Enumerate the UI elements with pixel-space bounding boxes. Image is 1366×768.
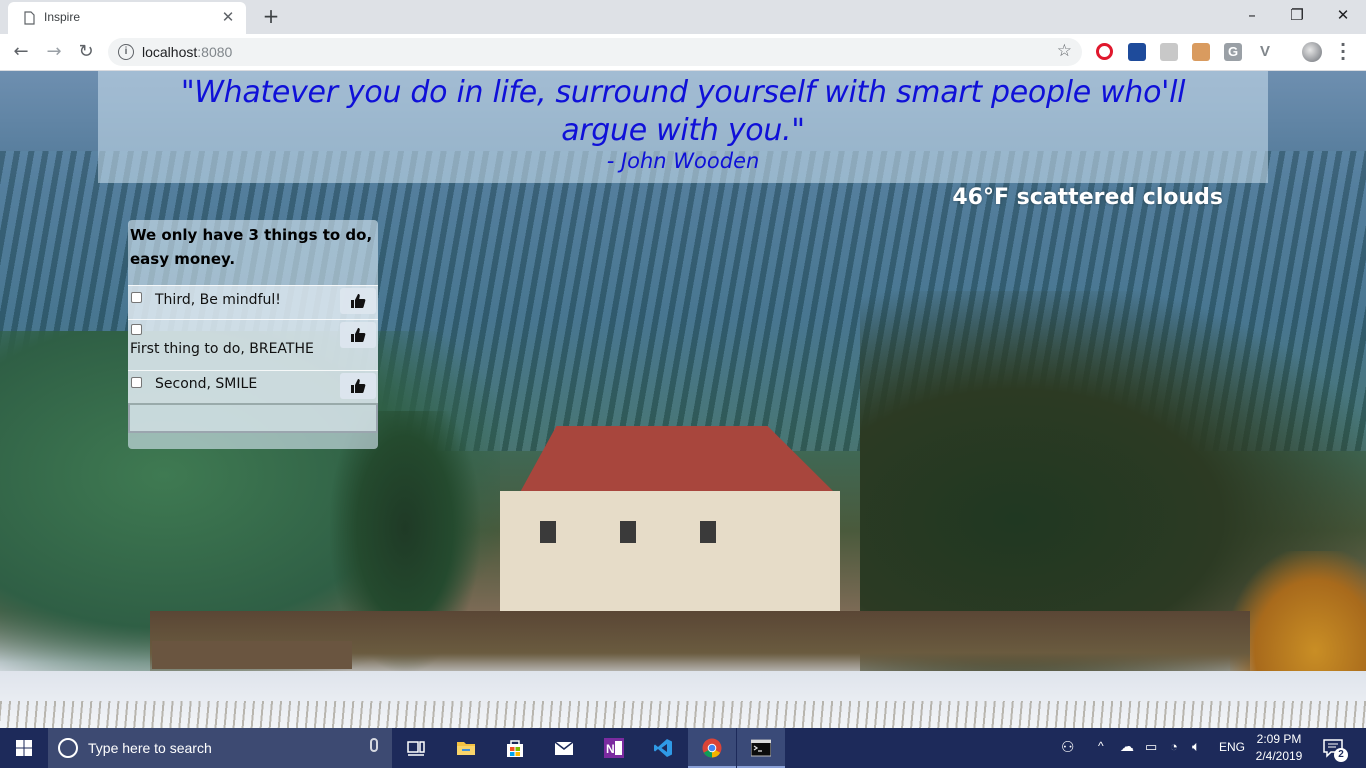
- todo-panel: We only have 3 things to do, easy money.…: [128, 220, 378, 449]
- tab-title: Inspire: [44, 10, 81, 24]
- svg-text:N: N: [606, 742, 615, 756]
- thumbs-up-icon: [351, 328, 366, 342]
- task-view-button[interactable]: [392, 728, 440, 768]
- onenote-icon: N: [604, 738, 624, 758]
- volume-icon[interactable]: 🔈︎: [1192, 738, 1200, 755]
- chrome-button[interactable]: [688, 728, 736, 768]
- reload-button[interactable]: ↻: [74, 41, 98, 63]
- language-indicator[interactable]: ENG: [1219, 740, 1245, 754]
- new-tab-button[interactable]: +: [260, 5, 282, 27]
- back-button[interactable]: ←: [9, 41, 33, 63]
- todo-checkbox[interactable]: [131, 292, 142, 303]
- like-button[interactable]: [340, 288, 376, 314]
- extension-icon[interactable]: [1192, 43, 1210, 61]
- address-bar[interactable]: i localhost:8080 ☆: [108, 38, 1082, 66]
- start-button[interactable]: [0, 728, 48, 768]
- vscode-button[interactable]: [639, 728, 687, 768]
- windows-taskbar: Type here to search N ⚇ ^ ☁ ▭ ◔ 🔈︎ ENG 2…: [0, 728, 1366, 768]
- background-reeds: [0, 701, 1366, 728]
- todo-item: First thing to do, BREATHE: [128, 319, 378, 370]
- action-center-button[interactable]: 2: [1322, 737, 1348, 762]
- notification-count-badge: 2: [1334, 748, 1348, 762]
- file-explorer-button[interactable]: [442, 728, 490, 768]
- minimize-button[interactable]: –: [1237, 4, 1267, 26]
- grammar-extension-icon[interactable]: G: [1224, 43, 1242, 61]
- extension-icon[interactable]: [1160, 43, 1178, 61]
- vue-extension-icon[interactable]: V: [1256, 43, 1274, 61]
- taskbar-search[interactable]: Type here to search: [48, 728, 392, 768]
- todo-item: Third, Be mindful!: [128, 285, 378, 319]
- todo-checkbox[interactable]: [131, 324, 142, 335]
- cortana-icon: [58, 738, 78, 758]
- bookmark-star-icon[interactable]: ☆: [1057, 41, 1072, 61]
- browser-toolbar: ← → ↻ i localhost:8080 ☆ G V · · ·: [0, 34, 1366, 71]
- todo-label: Second, SMILE: [155, 376, 258, 392]
- page-icon: [24, 11, 35, 25]
- close-tab-icon[interactable]: ✕: [220, 9, 236, 25]
- like-button[interactable]: [340, 322, 376, 348]
- browser-tab-strip: Inspire ✕ + – ❐ ✕: [0, 0, 1366, 34]
- background-pier: [152, 641, 352, 669]
- wifi-icon[interactable]: ◔: [1170, 739, 1178, 754]
- windows-logo-icon: [16, 740, 32, 756]
- extension-icon[interactable]: [1128, 43, 1146, 61]
- mail-icon: [554, 741, 574, 755]
- terminal-icon: [751, 739, 771, 757]
- mail-button[interactable]: [540, 728, 588, 768]
- quote-author: - John Wooden: [606, 149, 760, 173]
- thumbs-up-icon: [351, 294, 366, 308]
- onedrive-icon[interactable]: ☁: [1120, 738, 1134, 755]
- todo-heading: We only have 3 things to do, easy money.: [130, 226, 373, 268]
- clock-time: 2:09 PM: [1256, 732, 1302, 746]
- background-house: [500, 491, 840, 621]
- chrome-icon: [702, 738, 722, 758]
- close-window-button[interactable]: ✕: [1328, 4, 1358, 26]
- url-text[interactable]: localhost:8080: [142, 44, 232, 60]
- todo-label: First thing to do, BREATHE: [130, 341, 314, 357]
- folder-icon: [457, 742, 475, 755]
- info-icon[interactable]: i: [118, 44, 134, 60]
- store-button[interactable]: [491, 728, 539, 768]
- like-button[interactable]: [340, 373, 376, 399]
- thumbs-up-icon: [351, 379, 366, 393]
- search-placeholder: Type here to search: [88, 740, 212, 756]
- quote-panel: "Whatever you do in life, surround yours…: [98, 71, 1268, 183]
- opera-extension-icon[interactable]: [1096, 43, 1113, 60]
- task-view-icon: [407, 741, 425, 756]
- onenote-button[interactable]: N: [590, 728, 638, 768]
- quote-text: "Whatever you do in life, surround yours…: [180, 75, 1186, 148]
- clock-date: 2/4/2019: [1255, 749, 1303, 763]
- restore-button[interactable]: ❐: [1282, 4, 1312, 26]
- todo-label: Third, Be mindful!: [155, 292, 281, 308]
- weather-readout: 46°F scattered clouds: [952, 185, 1223, 210]
- browser-tab[interactable]: Inspire ✕: [8, 2, 246, 34]
- terminal-button[interactable]: [737, 728, 785, 768]
- profile-avatar[interactable]: [1302, 42, 1322, 62]
- battery-icon[interactable]: ▭: [1145, 739, 1157, 755]
- page-viewport: "Whatever you do in life, surround yours…: [0, 71, 1366, 728]
- browser-menu-icon[interactable]: · · ·: [1336, 37, 1350, 67]
- microphone-icon[interactable]: [370, 738, 378, 752]
- show-hidden-icons-icon[interactable]: ^: [1098, 739, 1104, 753]
- store-bag-icon: [507, 740, 523, 757]
- vscode-icon: [654, 739, 672, 757]
- new-todo-input[interactable]: [128, 403, 378, 433]
- taskbar-clock[interactable]: 2:09 PM 2/4/2019: [1248, 731, 1310, 765]
- people-icon[interactable]: ⚇: [1061, 738, 1074, 756]
- forward-button[interactable]: →: [42, 41, 66, 63]
- todo-item: Second, SMILE: [128, 370, 378, 403]
- todo-checkbox[interactable]: [131, 377, 142, 388]
